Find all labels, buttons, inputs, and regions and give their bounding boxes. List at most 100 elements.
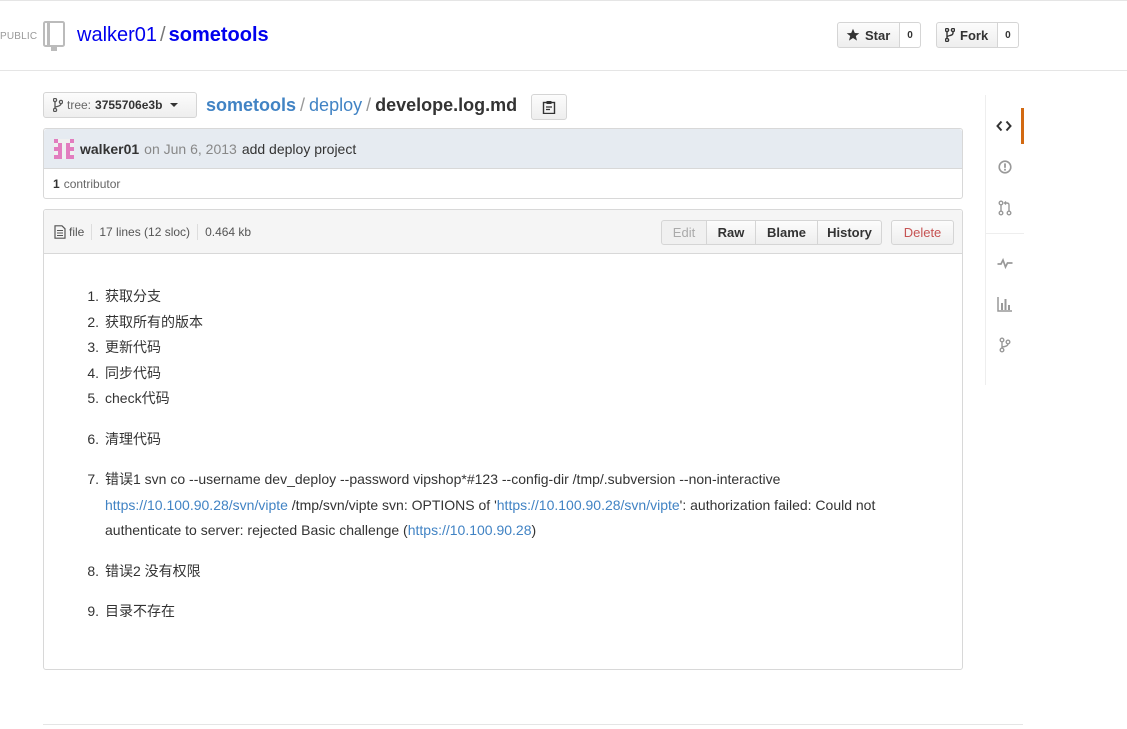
- tree-value: 3755706e3b: [95, 98, 163, 112]
- list-item-text: 获取分支: [105, 288, 161, 304]
- list-item: 2. 获取所有的版本: [87, 310, 962, 336]
- raw-button[interactable]: Raw: [706, 220, 756, 245]
- star-label: Star: [865, 27, 891, 43]
- breadcrumb-separator: /: [300, 95, 306, 115]
- nav-code[interactable]: [986, 108, 1024, 144]
- fork-count[interactable]: 0: [998, 22, 1019, 48]
- footer-divider: [43, 724, 1023, 725]
- breadcrumb-folder-link[interactable]: deploy: [309, 95, 362, 115]
- list-number: 6.: [87, 430, 99, 447]
- commit-author-link[interactable]: walker01: [80, 141, 139, 157]
- fork-group: Fork 0: [936, 22, 1019, 48]
- breadcrumb: sometools / deploy / develope.log.md: [206, 95, 517, 116]
- star-count[interactable]: 0: [900, 22, 921, 48]
- repo-header: PUBLIC walker01/sometools Star 0 Fork 0: [0, 0, 1127, 71]
- copy-path-button[interactable]: [531, 94, 567, 120]
- list-item: 8. 错误2 没有权限: [87, 559, 962, 585]
- issues-icon: [998, 160, 1012, 174]
- repo-name-link[interactable]: sometools: [169, 24, 269, 46]
- list-item: 6. 清理代码: [87, 427, 962, 453]
- file-info-divider: [91, 224, 93, 240]
- breadcrumb-root-link[interactable]: sometools: [206, 95, 296, 115]
- server-url-link[interactable]: https://10.100.90.28: [408, 522, 532, 538]
- fork-label: Fork: [960, 27, 989, 43]
- nav-pull-requests[interactable]: [986, 190, 1024, 226]
- list-number: 5.: [87, 390, 99, 406]
- network-icon: [999, 337, 1011, 353]
- list-item: 3. 更新代码: [87, 335, 962, 361]
- nav-graphs[interactable]: [986, 286, 1024, 322]
- list-number: 1.: [87, 288, 99, 304]
- nav-network[interactable]: [986, 327, 1024, 363]
- commit-box: walker01 on Jun 6, 2013 add deploy proje…: [43, 128, 963, 199]
- blame-button[interactable]: Blame: [755, 220, 818, 245]
- fork-button[interactable]: Fork: [936, 22, 999, 48]
- repo-book-icon: [42, 20, 68, 52]
- list-item: 1. 获取分支: [87, 284, 962, 310]
- commit-message-link[interactable]: add deploy project: [242, 141, 356, 157]
- pull-request-icon: [998, 200, 1012, 216]
- chevron-down-icon: [170, 103, 179, 107]
- nav-divider: [986, 233, 1024, 234]
- list-number: 4.: [87, 364, 99, 381]
- file-info: file 17 lines (12 sloc) 0.464 kb: [54, 224, 251, 240]
- list-item-text: check代码: [105, 390, 170, 406]
- error-text: /tmp/svn/vipte svn: OPTIONS of ': [287, 496, 497, 513]
- list-item-text: 错误2 没有权限: [105, 562, 201, 579]
- repo-title-separator: /: [160, 24, 166, 46]
- svn-url-link[interactable]: https://10.100.90.28/svn/vipte: [497, 497, 680, 513]
- code-icon: [995, 120, 1012, 132]
- nav-pulse[interactable]: [986, 245, 1024, 281]
- file-lines: 17 lines (12 sloc): [99, 225, 191, 239]
- star-button[interactable]: Star: [837, 22, 901, 48]
- star-group: Star 0: [837, 22, 921, 48]
- file-size: 0.464 kb: [205, 225, 252, 239]
- list-item-text: 更新代码: [105, 339, 161, 355]
- branch-select-button[interactable]: tree: 3755706e3b: [43, 92, 197, 118]
- repo-owner-link[interactable]: walker01: [77, 24, 157, 46]
- file-info-divider: [197, 224, 199, 240]
- edit-button[interactable]: Edit: [661, 220, 707, 245]
- list-item: 4. 同步代码: [87, 361, 962, 387]
- avatar[interactable]: [54, 138, 74, 159]
- graphs-icon: [997, 297, 1012, 312]
- svn-url-link[interactable]: https://10.100.90.28/svn/vipte: [105, 497, 288, 513]
- list-item-text: 错误1 svn co --username dev_deploy --passw…: [105, 467, 925, 544]
- list-number: 8.: [87, 562, 99, 579]
- list-item-text: 目录不存在: [105, 603, 175, 619]
- list-item-text: 清理代码: [105, 430, 161, 447]
- markdown-body: 1. 获取分支 2. 获取所有的版本 3. 更新代码 4. 同步代码 5. check代码…: [44, 254, 962, 625]
- clipboard-icon: [542, 101, 556, 114]
- list-item: 5. check代码: [87, 386, 962, 412]
- commit-date: on Jun 6, 2013: [144, 140, 237, 157]
- list-item: 7. 错误1 svn co --username dev_deploy --pas…: [87, 467, 962, 544]
- nav-issues[interactable]: [986, 149, 1024, 185]
- markdown-list: 1. 获取分支 2. 获取所有的版本 3. 更新代码 4. 同步代码 5. check代码…: [87, 284, 962, 625]
- commit-summary: walker01 on Jun 6, 2013 add deploy proje…: [44, 129, 962, 169]
- breadcrumb-file-name: develope.log.md: [375, 95, 518, 115]
- list-number: 2.: [87, 313, 99, 330]
- list-item-text: 同步代码: [105, 364, 161, 381]
- file-header: file 17 lines (12 sloc) 0.464 kb Edit Ra…: [44, 210, 962, 254]
- contributor-label[interactable]: contributor: [64, 177, 121, 191]
- list-number: 3.: [87, 339, 99, 355]
- star-icon: [846, 28, 860, 41]
- contributors-row: 1 contributor: [44, 169, 962, 199]
- branch-icon: [53, 98, 63, 112]
- breadcrumb-separator: /: [366, 95, 372, 115]
- error-text: ): [531, 522, 537, 538]
- fork-icon: [945, 28, 955, 42]
- list-number: 9.: [87, 603, 99, 619]
- list-item-text: 获取所有的版本: [105, 313, 203, 330]
- visibility-label: PUBLIC: [0, 31, 38, 42]
- file-actions: Edit Raw Blame History Delete: [661, 220, 954, 245]
- delete-button[interactable]: Delete: [891, 220, 954, 245]
- file-type-label: file: [69, 225, 85, 239]
- list-item: 9. 目录不存在: [87, 599, 962, 625]
- repo-title: walker01/sometools: [77, 24, 269, 47]
- tree-label: tree:: [67, 98, 92, 112]
- contributor-count: 1: [53, 177, 60, 191]
- history-button[interactable]: History: [817, 220, 882, 245]
- error-text: 错误1 svn co --username dev_deploy --passw…: [105, 471, 781, 487]
- pulse-icon: [997, 257, 1013, 269]
